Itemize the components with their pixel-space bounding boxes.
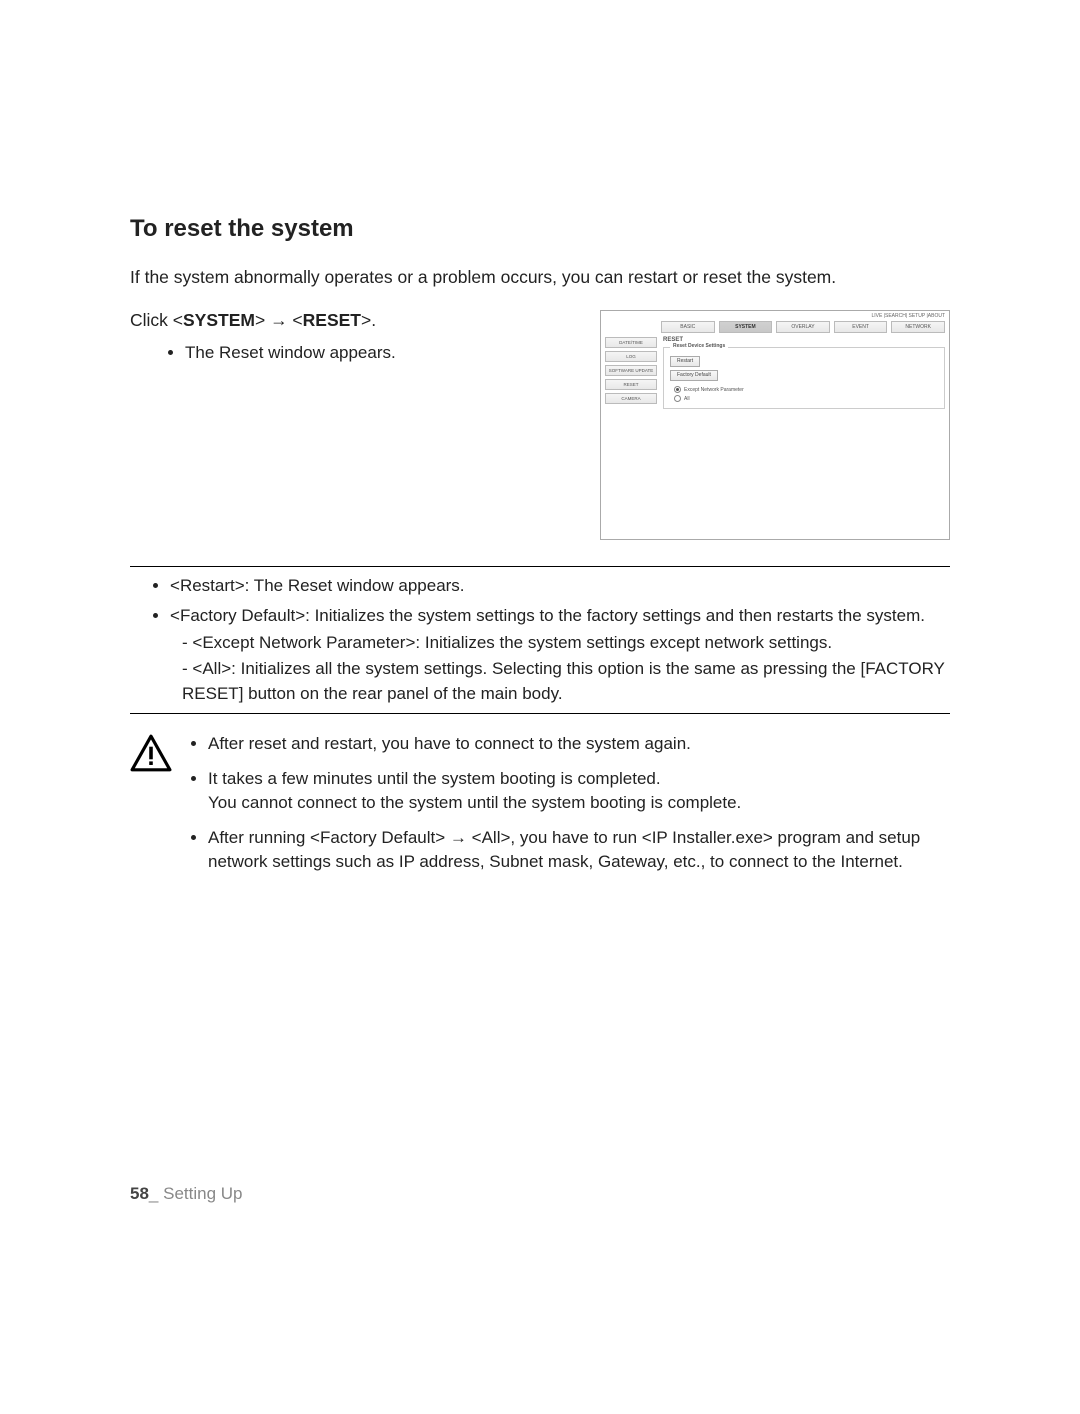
- click-prefix: Click <: [130, 310, 183, 330]
- sidebar-software-update[interactable]: SOFTWARE UPDATE: [605, 365, 657, 376]
- warning-icon: [130, 732, 172, 777]
- reset-window-screenshot: LIVE |SEARCH| SETUP |ABOUT BASIC SYSTEM …: [600, 310, 950, 540]
- radio-except-label: Except Network Parameter: [684, 387, 744, 393]
- click-mid2: <: [288, 310, 303, 330]
- desc-restart-label: Restart: [180, 576, 235, 595]
- desc-restart-text: : The Reset window appears.: [245, 576, 465, 595]
- click-instruction: Click <SYSTEM> → <RESET>.: [130, 310, 430, 331]
- desc-all-label: All: [202, 659, 221, 678]
- w3-ip: IP Installer.exe: [652, 828, 763, 847]
- click-system: SYSTEM: [183, 310, 255, 330]
- w3-mid2: <: [467, 828, 482, 847]
- w3-mid1: >: [435, 828, 450, 847]
- warn-reconnect: After reset and restart, you have to con…: [208, 732, 950, 757]
- desc-all: <All>: Initializes all the system settin…: [182, 656, 950, 707]
- intro-text: If the system abnormally operates or a p…: [130, 265, 950, 290]
- divider: [130, 713, 950, 714]
- desc-restart: <Restart>: The Reset window appears.: [170, 573, 950, 599]
- tab-system[interactable]: SYSTEM: [719, 321, 773, 333]
- ss-topbar: LIVE |SEARCH| SETUP |ABOUT: [601, 311, 949, 321]
- sidebar-reset[interactable]: RESET: [605, 379, 657, 390]
- tab-network[interactable]: NETWORK: [891, 321, 945, 333]
- page-number: 58: [130, 1184, 149, 1203]
- w3-fd: Factory Default: [320, 828, 435, 847]
- ss-legend: Reset Device Settings: [670, 343, 728, 349]
- desc-except-text: : Initializes the system settings except…: [415, 633, 832, 652]
- radio-all-label: All: [684, 396, 690, 402]
- step-bullet: The Reset window appears.: [185, 341, 430, 366]
- ss-sidebar: DATE/TIME LOG SOFTWARE UPDATE RESET CAME…: [605, 337, 657, 409]
- tab-event[interactable]: EVENT: [834, 321, 888, 333]
- warn-ipinstaller: After running <Factory Default> → <All>,…: [208, 826, 950, 875]
- warn-boot-a: It takes a few minutes until the system …: [208, 769, 661, 788]
- w3-pre: After running <: [208, 828, 320, 847]
- restart-button[interactable]: Restart: [670, 356, 700, 367]
- radio-all-icon[interactable]: [674, 395, 681, 402]
- sidebar-camera[interactable]: CAMERA: [605, 393, 657, 404]
- desc-factory: <Factory Default>: Initializes the syste…: [170, 603, 950, 707]
- ss-fieldset: Reset Device Settings Restart Factory De…: [663, 347, 945, 409]
- page-footer: 58_ Setting Up: [130, 1184, 243, 1204]
- desc-except: <Except Network Parameter>: Initializes …: [182, 630, 950, 656]
- divider: [130, 566, 950, 567]
- sidebar-log[interactable]: LOG: [605, 351, 657, 362]
- desc-except-label: Except Network Parameter: [202, 633, 405, 652]
- click-mid1: >: [255, 310, 270, 330]
- sidebar-datetime[interactable]: DATE/TIME: [605, 337, 657, 348]
- w3-all: All: [482, 828, 501, 847]
- warn-boot-b: You cannot connect to the system until t…: [208, 793, 741, 812]
- arrow-icon: →: [450, 828, 467, 847]
- click-suffix: >.: [361, 310, 376, 330]
- w3-mid3: >, you have to run <: [500, 828, 651, 847]
- desc-factory-label: Factory Default: [180, 606, 295, 625]
- ss-tabs: BASIC SYSTEM OVERLAY EVENT NETWORK: [601, 321, 949, 337]
- radio-except-row[interactable]: Except Network Parameter: [670, 386, 938, 393]
- arrow-icon: →: [270, 310, 288, 330]
- tab-overlay[interactable]: OVERLAY: [776, 321, 830, 333]
- section-heading: To reset the system: [130, 215, 950, 243]
- radio-except-icon[interactable]: [674, 386, 681, 393]
- radio-all-row[interactable]: All: [670, 395, 938, 402]
- desc-all-text: : Initializes all the system settings. S…: [231, 659, 856, 678]
- footer-section: Setting Up: [158, 1184, 242, 1203]
- tab-basic[interactable]: BASIC: [661, 321, 715, 333]
- desc-all-post: button on the rear panel of the main bod…: [243, 684, 562, 703]
- warn-boot: It takes a few minutes until the system …: [208, 767, 950, 816]
- ss-content: RESET Reset Device Settings Restart Fact…: [663, 337, 945, 409]
- desc-factory-text: : Initializes the system settings to the…: [305, 606, 925, 625]
- factory-default-button[interactable]: Factory Default: [670, 370, 718, 381]
- footer-sep: _: [149, 1184, 158, 1203]
- click-reset: RESET: [303, 310, 361, 330]
